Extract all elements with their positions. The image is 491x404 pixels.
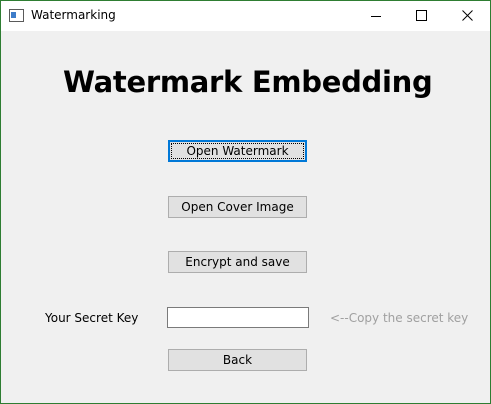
open-watermark-button[interactable]: Open Watermark [168,140,307,162]
maximize-icon [416,10,427,21]
encrypt-and-save-button[interactable]: Encrypt and save [168,251,307,273]
page-heading: Watermark Embedding [63,65,433,99]
secret-key-hint: <--Copy the secret key [330,311,469,325]
back-label: Back [222,353,253,367]
secret-key-input[interactable] [167,307,309,328]
title-bar[interactable]: Watermarking [1,1,490,31]
close-icon [462,10,473,21]
maximize-button[interactable] [399,1,445,31]
close-button[interactable] [445,1,491,31]
encrypt-and-save-label: Encrypt and save [185,255,290,269]
open-cover-image-button[interactable]: Open Cover Image [168,196,307,218]
app-window-icon [9,9,24,22]
minimize-button[interactable] [353,1,399,31]
window-title: Watermarking [31,8,116,22]
minimize-icon [371,16,381,17]
secret-key-label: Your Secret Key [45,311,139,325]
app-window: Watermarking Watermark Embedding Open Wa… [0,0,491,404]
focus-ring [171,143,304,159]
back-button[interactable]: Back [168,349,307,371]
open-cover-image-label: Open Cover Image [181,200,294,214]
